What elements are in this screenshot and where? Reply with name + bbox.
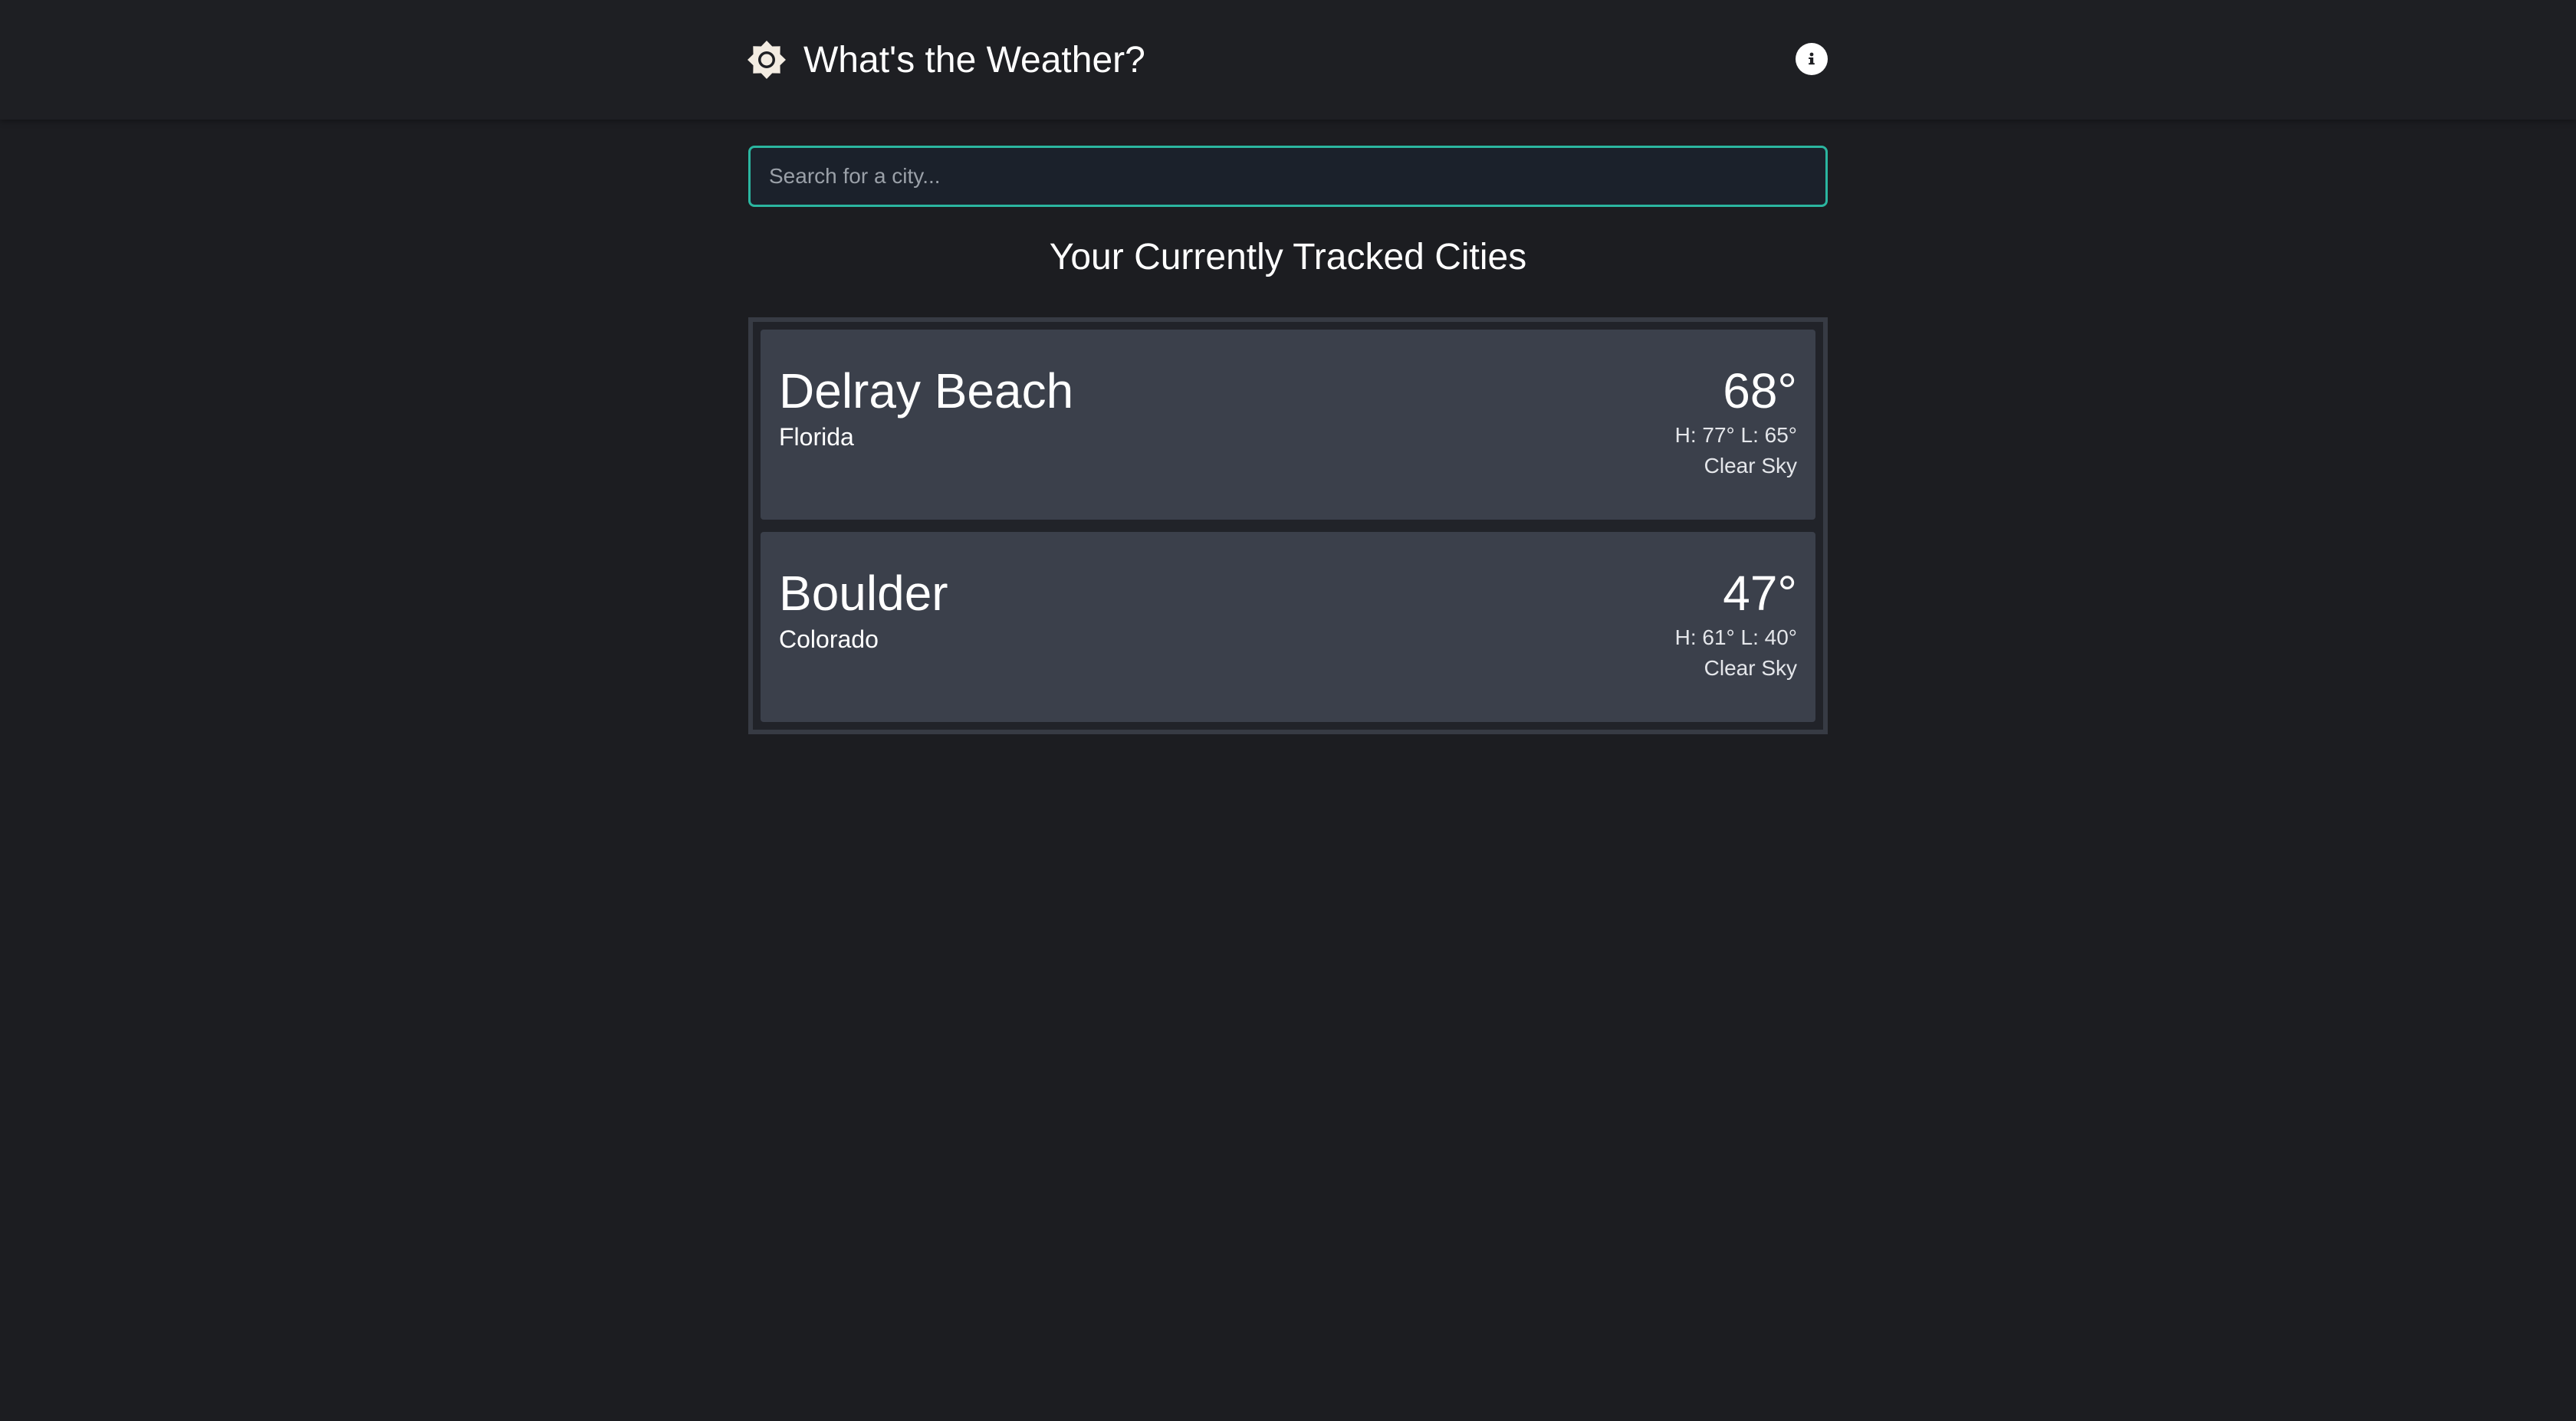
city-card-boulder[interactable]: Boulder Colorado 47° H: 61° L: 40° Clear… <box>761 532 1815 722</box>
city-search-input[interactable] <box>748 146 1828 207</box>
weather-info: 47° H: 61° L: 40° Clear Sky <box>1675 566 1797 684</box>
info-icon <box>1803 51 1820 67</box>
city-name: Delray Beach <box>779 363 1074 418</box>
high-low-temperature: H: 77° L: 65° <box>1674 423 1797 447</box>
current-temperature: 68° <box>1723 363 1797 418</box>
weather-condition: Clear Sky <box>1704 454 1797 477</box>
city-state: Florida <box>779 423 854 451</box>
city-info: Delray Beach Florida <box>779 363 1073 452</box>
top-navbar: What's the Weather? <box>0 0 2576 120</box>
city-state: Colorado <box>779 625 879 653</box>
high-low-temperature: H: 61° L: 40° <box>1674 625 1797 649</box>
tracked-cities-heading: Your Currently Tracked Cities <box>1049 237 1527 277</box>
city-info: Boulder Colorado <box>779 566 948 655</box>
app-title: What's the Weather? <box>803 39 1145 80</box>
sun-icon <box>745 38 788 81</box>
city-card-delray-beach[interactable]: Delray Beach Florida 68° H: 77° L: 65° C… <box>761 330 1815 520</box>
city-name: Boulder <box>779 566 948 621</box>
weather-info: 68° H: 77° L: 65° Clear Sky <box>1675 363 1797 481</box>
current-temperature: 47° <box>1723 566 1797 621</box>
info-button[interactable] <box>1796 43 1828 75</box>
brand[interactable]: What's the Weather? <box>745 34 1145 86</box>
weather-condition: Clear Sky <box>1704 656 1797 680</box>
tracked-cities-list: Delray Beach Florida 68° H: 77° L: 65° C… <box>748 317 1828 734</box>
